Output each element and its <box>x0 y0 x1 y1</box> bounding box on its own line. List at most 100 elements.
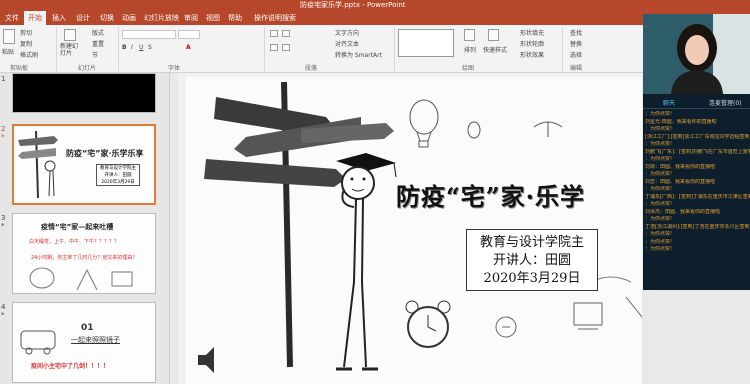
bus-icon <box>20 330 56 355</box>
thumb-number: 3 <box>1 214 6 222</box>
paste-icon[interactable] <box>3 29 15 44</box>
thumb-2-info-3: 2020年3月29日 <box>101 180 135 185</box>
slide-thumb-1[interactable] <box>12 73 156 113</box>
format-painter-button[interactable]: 格式刷 <box>20 50 38 59</box>
tab-design[interactable]: 设计 <box>72 11 94 25</box>
tell-me-search[interactable]: 操作说明搜索 <box>250 11 300 25</box>
layout-button[interactable]: 版式 <box>92 28 104 37</box>
font-color-button[interactable]: A <box>186 44 191 51</box>
replace-button[interactable]: 替换 <box>570 39 582 48</box>
arrange-icon[interactable] <box>464 29 475 41</box>
thumb-2-info-2: 开讲人：田圆 <box>104 173 132 178</box>
shape-outline-button[interactable]: 形状轮廓 <box>520 39 544 48</box>
presenter-name: 开讲人：田圆 <box>492 253 571 268</box>
shape-effects-button[interactable]: 形状效果 <box>520 50 544 59</box>
quick-styles-button[interactable]: 快速样式 <box>483 45 507 54</box>
italic-button[interactable]: I <box>131 44 133 51</box>
thumb-4-footer: 疫间小主宅中了几剑！！！！ <box>31 363 110 370</box>
mic-manage-tab[interactable]: 连麦管理(0) <box>709 98 742 107</box>
ribbon-tabs: 文件 开始 插入 设计 切换 动画 幻灯片放映 审阅 视图 帮助 操作说明搜索 <box>0 11 750 25</box>
new-slide-button[interactable]: 新建幻灯片 <box>60 43 82 57</box>
webcam-video <box>643 14 750 94</box>
slide-thumb-4[interactable]: 01 一起来照照镜子 疫间小主宅中了几剑！！！！ <box>12 302 156 383</box>
thumb-star: * <box>1 311 5 319</box>
tab-animations[interactable]: 动画 <box>118 11 140 25</box>
chat-message: 刘星光:田圆、我来看你的直播啦 <box>645 118 717 125</box>
thumb-3-art <box>29 267 133 291</box>
section-button[interactable]: 节 <box>92 50 98 59</box>
bold-button[interactable]: B <box>122 44 127 51</box>
ribbon: 粘贴 剪切 复制 格式刷 剪贴板 新建幻灯片 版式 重置 节 幻灯片 B I U… <box>0 25 750 73</box>
chat-message: ：为你点赞! <box>645 238 673 245</box>
thumb-2-info-1: 教育与设计学院主 <box>100 166 136 171</box>
divider <box>394 27 395 71</box>
text-direction-button[interactable]: 文字方向 <box>335 28 359 37</box>
new-slide-icon[interactable] <box>64 29 76 41</box>
thumb-2-info-box: 教育与设计学院主 开讲人：田圆 2020年3月29日 <box>96 164 140 186</box>
group-paragraph-label: 段落 <box>305 65 318 72</box>
paste-button[interactable]: 粘贴 <box>2 47 14 56</box>
thumb-3-line-1: 白天睡觉，上午、中午、下午？？？？？ <box>29 239 120 245</box>
thumb-number: 4 <box>1 303 6 311</box>
current-slide[interactable]: 防疫“宅”家·乐学 教育与设计学院主 开讲人：田圆 2020年3月29日 <box>186 77 642 384</box>
thumb-number: 1 <box>1 75 6 83</box>
select-button[interactable]: 选择 <box>570 50 582 59</box>
presentation-date: 2020年3月29日 <box>483 271 581 286</box>
tab-home[interactable]: 开始 <box>24 11 46 25</box>
shapes-gallery[interactable] <box>398 29 454 57</box>
title-bar: 防疫宅家乐学.pptx - PowerPoint <box>0 0 750 11</box>
slide-title[interactable]: 防疫“宅”家·乐学 <box>396 177 585 212</box>
cut-button[interactable]: 剪切 <box>20 28 32 37</box>
thumb-4-subtitle: 一起来照照镜子 <box>71 336 120 344</box>
arrange-button[interactable]: 排列 <box>464 45 476 54</box>
slide-thumbnails-pane[interactable]: 1 2 * 防疫“宅”家·乐学乐享 教育与设计学院主 开讲人：田圆 2020年3… <box>0 73 170 384</box>
font-name-dropdown[interactable] <box>122 30 176 39</box>
presenter-info-box[interactable]: 教育与设计学院主 开讲人：田圆 2020年3月29日 <box>466 229 598 291</box>
thumb-3-title: 疫情“宅”家—起来吐槽 <box>41 223 114 231</box>
align-center-icon[interactable] <box>282 44 290 51</box>
slide-thumb-2[interactable]: 防疫“宅”家·乐学乐享 教育与设计学院主 开讲人：田圆 2020年3月29日 <box>12 124 156 205</box>
group-editing-label: 编辑 <box>570 65 583 72</box>
divider <box>562 27 563 71</box>
chat-message: ：为你点赞! <box>645 201 673 207</box>
tab-view[interactable]: 视图 <box>202 11 224 25</box>
group-drawing-label: 绘图 <box>462 65 475 72</box>
tab-slideshow[interactable]: 幻灯片放映 <box>140 11 183 25</box>
live-chat-panel[interactable]: 聊天 连麦管理(0) ：为你点赞! 刘星光:田圆、我来看你的直播啦 ：为你点赞! [浙… <box>643 94 750 290</box>
tab-insert[interactable]: 插入 <box>48 11 70 25</box>
divider <box>264 27 265 71</box>
group-clipboard-label: 剪贴板 <box>10 65 29 72</box>
thumb-2-title: 防疫“宅”家·乐学乐享 <box>66 149 144 158</box>
slide-thumb-3[interactable]: 疫情“宅”家—起来吐槽 白天睡觉，上午、中午、下午？？？？？ 24小时制，你主宰… <box>12 213 156 294</box>
copy-button[interactable]: 复制 <box>20 39 32 48</box>
chat-message: ：为你点赞! <box>645 171 673 177</box>
divider <box>643 108 750 109</box>
thumb-3-line-2: 24小时制，你主宰了几时几分？疫又来的理由？ <box>31 255 138 261</box>
presenter-org: 教育与设计学院主 <box>479 235 584 250</box>
chat-message-list: ：为你点赞! 刘星光:田圆、我来看你的直播啦 ：为你点赞! [浙江工厂]:[签到]浙江… <box>643 111 750 254</box>
tab-transitions[interactable]: 切换 <box>96 11 118 25</box>
chat-message: 丁浩[浙江湖州]:[签到]丁浩在重庆市永川区签到 <box>645 223 750 230</box>
window-title: 防疫宅家乐学.pptx - PowerPoint <box>300 1 406 9</box>
align-left-icon[interactable] <box>270 44 278 51</box>
quick-styles-icon[interactable] <box>488 29 499 41</box>
strike-button[interactable]: S <box>148 44 152 51</box>
smartart-button[interactable]: 转换为 SmartArt <box>335 50 382 59</box>
tab-file[interactable]: 文件 <box>1 11 23 25</box>
chat-message: 丁浦东[广西]：[签到]丁浦东在重庆市江津区签到 <box>645 193 750 200</box>
reset-button[interactable]: 重置 <box>92 39 104 48</box>
shape-fill-button[interactable]: 形状填充 <box>520 28 544 37</box>
tab-help[interactable]: 帮助 <box>224 11 246 25</box>
chat-message: 刘泽杰：田圆、我来看你的直播啦 <box>645 208 721 215</box>
chat-tab[interactable]: 聊天 <box>663 98 675 107</box>
numbering-icon[interactable] <box>282 30 290 37</box>
tab-review[interactable]: 审阅 <box>180 11 202 25</box>
font-size-dropdown[interactable] <box>178 30 200 39</box>
underline-button[interactable]: U <box>139 44 143 51</box>
align-text-button[interactable]: 对齐文本 <box>335 39 359 48</box>
chat-message: 刘恋：田圆、我来看你的直播啦 <box>645 178 716 185</box>
chat-message: ：为你点赞! <box>645 186 673 192</box>
chat-message: ：为你点赞! <box>645 231 673 237</box>
find-button[interactable]: 查找 <box>570 28 582 37</box>
bullets-icon[interactable] <box>270 30 278 37</box>
